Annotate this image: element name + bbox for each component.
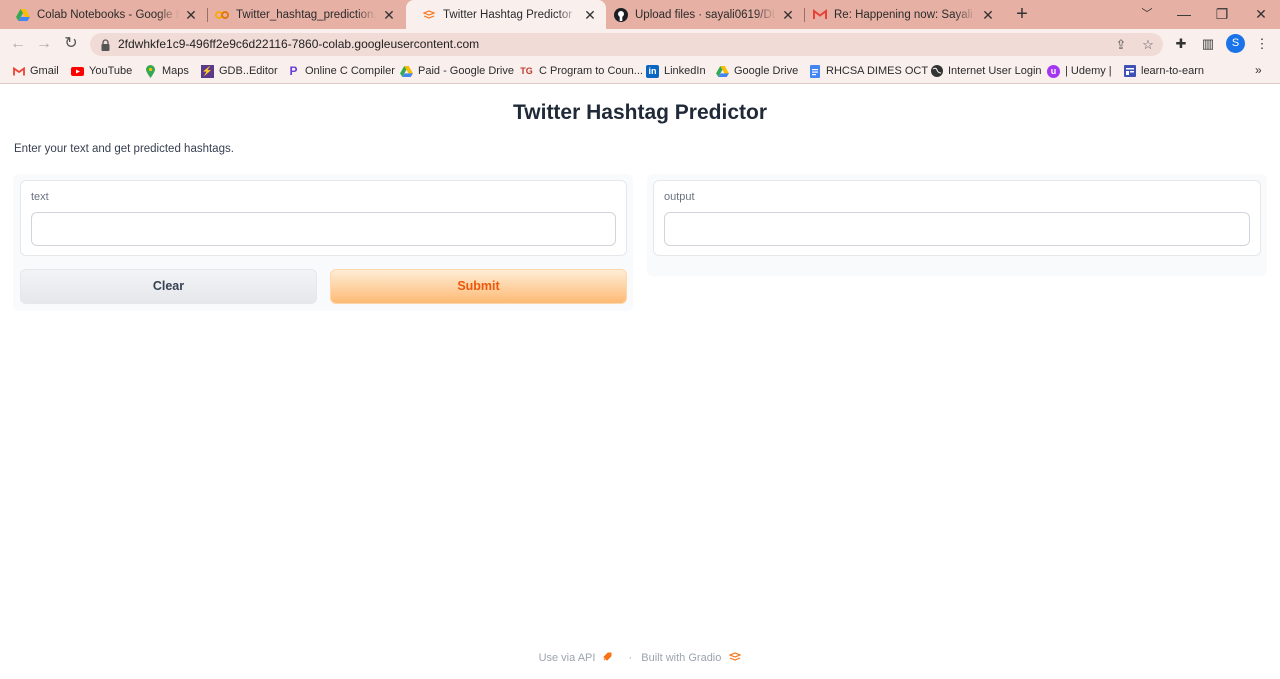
built-with-gradio-link[interactable]: Built with Gradio xyxy=(641,652,721,664)
use-via-api-link[interactable]: Use via API xyxy=(539,652,596,664)
tab-title: Upload files · sayali0619/DL-CA2 xyxy=(635,8,776,21)
bookmark-label: Gmail xyxy=(30,65,59,77)
bookmark-label: Online C Compiler xyxy=(305,65,395,77)
forms-icon xyxy=(1123,65,1136,78)
bookmark-linkedin[interactable]: in LinkedIn xyxy=(646,63,706,79)
bookmark-label: YouTube xyxy=(89,65,133,77)
gradio-icon xyxy=(728,651,743,665)
side-panel-icon[interactable]: ▥ xyxy=(1200,36,1216,52)
tab-title: Twitter Hashtag Predictor xyxy=(443,8,573,21)
close-window-button[interactable]: ✕ xyxy=(1250,4,1272,24)
bookmark-maps[interactable]: Maps xyxy=(144,63,189,79)
tab-close-icon[interactable]: ✕ xyxy=(381,7,397,23)
bookmark-star-icon[interactable]: ☆ xyxy=(1140,37,1156,53)
tab-github-upload[interactable]: Upload files · sayali0619/DL-CA2 ✕ xyxy=(598,0,804,29)
bookmark-label: RHCSA DIMES OCT xyxy=(826,65,929,77)
gdb-icon: ⚡ xyxy=(201,64,214,78)
tab-search-icon[interactable]: ﹀ xyxy=(1136,4,1158,24)
footer: Use via API · Built with Gradio xyxy=(0,651,1280,665)
bookmark-learn-to-earn[interactable]: learn-to-earn xyxy=(1123,63,1204,79)
output-label: output xyxy=(664,191,695,203)
bookmark-label: C Program to Coun... xyxy=(539,65,643,77)
youtube-icon xyxy=(71,65,84,78)
bookmark-label: LinkedIn xyxy=(664,65,706,77)
tab-colab-ipynb[interactable]: Twitter_hashtag_prediction.ipynb ✕ xyxy=(199,0,405,29)
bookmark-label: Google Drive xyxy=(734,65,799,77)
bookmark-label: Paid - Google Drive xyxy=(418,65,514,77)
input-label: text xyxy=(31,191,49,203)
lock-icon xyxy=(101,38,110,51)
gradio-icon xyxy=(422,8,436,22)
tab-title: Colab Notebooks - Google Drive xyxy=(37,8,179,21)
bookmark-youtube[interactable]: YouTube xyxy=(71,63,132,79)
new-tab-button[interactable]: + xyxy=(1012,4,1032,25)
bookmark-label: learn-to-earn xyxy=(1141,65,1204,77)
profile-avatar[interactable]: S xyxy=(1226,34,1245,53)
forward-arrow-icon[interactable]: → xyxy=(34,34,54,54)
output-textbox xyxy=(664,212,1250,246)
udemy-icon: u xyxy=(1047,64,1060,78)
gradio-app: Twitter Hashtag Predictor Enter your tex… xyxy=(0,85,1280,679)
google-drive-icon xyxy=(716,65,729,78)
tab-title: Twitter_hashtag_prediction.ipynb xyxy=(236,8,377,21)
footer-separator: · xyxy=(628,652,633,664)
tab-close-icon[interactable]: ✕ xyxy=(183,7,199,23)
reload-icon[interactable]: ↻ xyxy=(61,34,81,54)
tg-icon: TG xyxy=(520,66,533,76)
page-title: Twitter Hashtag Predictor xyxy=(513,101,767,124)
rocket-icon xyxy=(602,651,613,665)
tab-strip: Colab Notebooks - Google Drive ✕ Twitter… xyxy=(0,0,1280,29)
bookmark-gmail[interactable]: Gmail xyxy=(12,63,59,79)
menu-icon[interactable]: ⋮ xyxy=(1254,36,1270,52)
tab-gmail[interactable]: Re: Happening now: Sayali Kawale ✕ xyxy=(797,0,1004,29)
bookmark-label: | Udemy | xyxy=(1065,65,1112,77)
more-bookmarks-icon[interactable]: » xyxy=(1255,63,1262,77)
docs-icon xyxy=(808,64,821,78)
extensions-icon[interactable]: ✚ xyxy=(1173,36,1189,52)
url-text: 2fdwhkfe1c9-496ff2e9c6d22116-7860-colab.… xyxy=(118,37,480,51)
bookmark-c-program[interactable]: TG C Program to Coun... xyxy=(519,63,643,79)
clear-button[interactable]: Clear xyxy=(20,269,317,304)
bookmark-google-drive[interactable]: Google Drive xyxy=(716,63,798,79)
tab-twitter-hashtag-predictor[interactable]: Twitter Hashtag Predictor ✕ xyxy=(406,0,606,29)
input-block: text xyxy=(20,180,627,256)
back-arrow-icon[interactable]: ← xyxy=(8,34,28,54)
bookmarks-bar: Gmail YouTube Maps ⚡ GDB..Editor P Onlin… xyxy=(0,59,1280,84)
globe-icon xyxy=(930,65,943,78)
bookmark-udemy[interactable]: u | Udemy | xyxy=(1047,63,1112,79)
github-icon xyxy=(614,7,628,22)
google-drive-icon xyxy=(16,8,30,22)
maps-icon xyxy=(144,64,157,78)
address-bar[interactable]: 2fdwhkfe1c9-496ff2e9c6d22116-7860-colab.… xyxy=(90,33,1163,56)
bookmark-label: GDB..Editor xyxy=(219,65,278,77)
output-block: output xyxy=(653,180,1261,256)
output-panel: output xyxy=(647,174,1267,276)
gmail-icon xyxy=(12,65,25,78)
browser-toolbar: ← → ↻ 2fdwhkfe1c9-496ff2e9c6d22116-7860-… xyxy=(0,29,1280,59)
bookmark-label: Internet User Login xyxy=(948,65,1042,77)
tab-title: Re: Happening now: Sayali Kawale xyxy=(834,8,976,21)
text-input[interactable] xyxy=(31,212,616,246)
linkedin-icon: in xyxy=(646,64,659,78)
bookmark-gdb-editor[interactable]: ⚡ GDB..Editor xyxy=(201,63,278,79)
google-drive-icon xyxy=(400,65,413,78)
gmail-icon xyxy=(813,8,827,22)
share-icon[interactable]: ⇪ xyxy=(1113,37,1129,53)
compiler-icon: P xyxy=(289,64,298,78)
bookmark-label: Maps xyxy=(162,65,189,77)
bookmark-internet-login[interactable]: Internet User Login xyxy=(930,63,1042,79)
bookmark-rhcsa[interactable]: RHCSA DIMES OCT xyxy=(808,63,928,79)
maximize-button[interactable]: ❐ xyxy=(1211,4,1233,24)
app-description: Enter your text and get predicted hashta… xyxy=(14,143,234,155)
tab-colab-notebooks[interactable]: Colab Notebooks - Google Drive ✕ xyxy=(0,0,207,29)
colab-icon xyxy=(215,8,229,22)
bookmark-paid-google-drive[interactable]: Paid - Google Drive xyxy=(400,63,514,79)
bookmark-online-c-compiler[interactable]: P Online C Compiler xyxy=(287,63,395,79)
submit-button[interactable]: Submit xyxy=(330,269,627,304)
tab-close-icon[interactable]: ✕ xyxy=(980,7,996,23)
minimize-button[interactable]: — xyxy=(1173,4,1195,24)
tab-close-icon[interactable]: ✕ xyxy=(582,7,598,23)
tab-close-icon[interactable]: ✕ xyxy=(780,7,796,23)
